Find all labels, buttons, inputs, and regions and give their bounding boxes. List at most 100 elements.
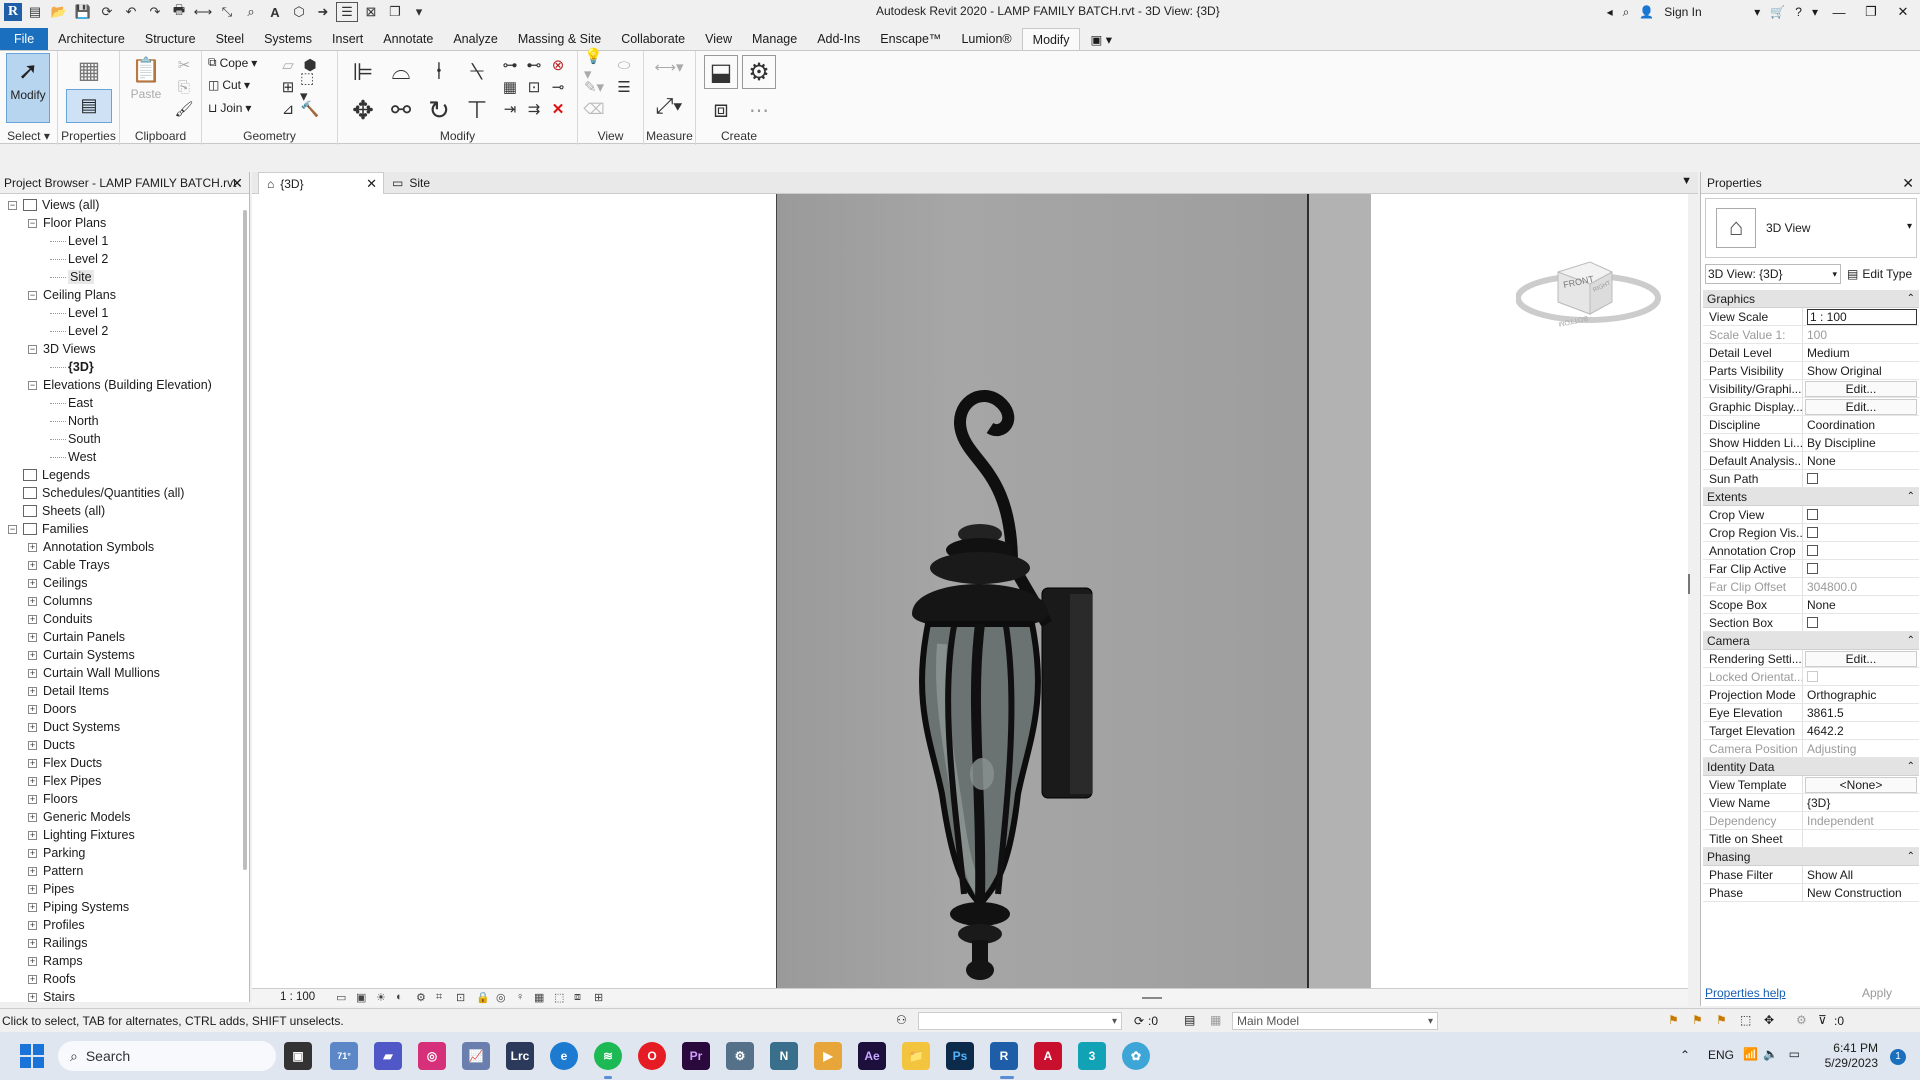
exclude-options-icon[interactable]: ▦ — [1210, 1013, 1221, 1027]
type-selector[interactable]: ⌂ 3D View ▾ — [1705, 198, 1917, 258]
property-value[interactable]: None — [1803, 596, 1919, 613]
home-icon[interactable]: ▤ — [24, 2, 46, 22]
property-value[interactable] — [1803, 830, 1919, 847]
browser-node[interactable]: + Pattern — [28, 862, 83, 880]
design-options-icon[interactable]: ▤ — [1184, 1013, 1195, 1027]
browser-node[interactable]: + Flex Pipes — [28, 772, 101, 790]
collapse-icon[interactable]: − — [28, 344, 37, 354]
section-icon[interactable]: ➜ — [312, 2, 334, 22]
after-effects-icon[interactable]: Ae — [858, 1042, 886, 1070]
premiere-icon[interactable]: Pr — [682, 1042, 710, 1070]
override-graphics-icon[interactable]: ⬭ — [614, 55, 634, 75]
media-player-icon[interactable]: ▶ — [814, 1042, 842, 1070]
browser-node[interactable]: + Conduits — [28, 610, 92, 628]
split-gap-icon[interactable]: ⊷ — [524, 55, 544, 75]
create-assembly-icon[interactable]: ⬓ — [704, 55, 738, 89]
browser-node[interactable]: {3D} — [50, 358, 94, 376]
expand-icon[interactable]: + — [28, 884, 37, 894]
unpin-icon[interactable]: ⊗ — [548, 55, 568, 75]
browser-node[interactable]: West — [50, 448, 96, 466]
property-value[interactable]: None — [1803, 452, 1919, 469]
help-caret-icon[interactable]: ▾ — [1812, 5, 1818, 19]
save-icon[interactable]: 💾 — [72, 2, 94, 22]
minimize-icon[interactable]: — — [1828, 5, 1850, 20]
hammer-icon[interactable]: 🔨 — [300, 99, 320, 119]
select-dropdown[interactable]: Select ▾ — [0, 129, 57, 143]
expand-icon[interactable]: + — [28, 974, 37, 984]
join-button[interactable]: ⊔ Join ▾ — [208, 101, 251, 115]
expand-icon[interactable]: + — [28, 902, 37, 912]
browser-scrollbar[interactable] — [243, 210, 247, 870]
close-hidden-icon[interactable]: ⊠ — [360, 2, 382, 22]
browser-node[interactable]: − Ceiling Plans — [28, 286, 116, 304]
expand-icon[interactable]: + — [28, 776, 37, 786]
edit-type-button[interactable]: ▤ Edit Type — [1847, 267, 1912, 281]
property-value[interactable]: 3861.5 — [1803, 704, 1919, 721]
property-value[interactable]: By Discipline — [1803, 434, 1919, 451]
restore-icon[interactable]: ❐ — [1860, 4, 1882, 20]
expand-icon[interactable]: + — [28, 866, 37, 876]
expand-icon[interactable]: + — [28, 722, 37, 732]
editable-only-icon[interactable]: ⟳ — [1134, 1014, 1144, 1028]
browser-node[interactable]: + Pipes — [28, 880, 74, 898]
property-value[interactable] — [1803, 470, 1919, 487]
render-icon[interactable]: ⚙ — [416, 991, 426, 1004]
property-value[interactable] — [1803, 506, 1919, 523]
view-tab-site[interactable]: ▭ Site — [384, 172, 504, 194]
property-value[interactable]: Coordination — [1803, 416, 1919, 433]
teams-icon[interactable]: ▰ — [374, 1042, 402, 1070]
array-icon[interactable]: ▦ — [500, 77, 520, 97]
browser-node[interactable]: + Flex Ducts — [28, 754, 102, 772]
property-checkbox[interactable] — [1807, 563, 1818, 574]
property-section-header[interactable]: Identity Data ⌃ — [1703, 758, 1919, 776]
browser-node[interactable]: + Ramps — [28, 952, 83, 970]
instagram-icon[interactable]: ◎ — [418, 1042, 446, 1070]
tab-view[interactable]: View — [695, 28, 742, 50]
visual-style-icon[interactable]: ▣ — [356, 991, 366, 1004]
expand-icon[interactable]: + — [28, 578, 37, 588]
collapse-icon[interactable]: − — [28, 218, 37, 228]
cart-icon[interactable]: 🛒 — [1770, 5, 1785, 19]
expand-icon[interactable]: + — [28, 956, 37, 966]
tab-architecture[interactable]: Architecture — [48, 28, 135, 50]
property-checkbox[interactable] — [1807, 473, 1818, 484]
move-icon[interactable]: ✥ — [346, 93, 380, 127]
browser-node[interactable]: + Floors — [28, 790, 78, 808]
viewcube[interactable]: FRONT RIGHT BOTTOM — [1516, 242, 1666, 342]
hide-element-icon[interactable]: 💡▾ — [584, 48, 604, 83]
expand-icon[interactable]: + — [28, 668, 37, 678]
browser-node[interactable]: + Roofs — [28, 970, 76, 988]
expand-icon[interactable]: + — [28, 794, 37, 804]
browser-node[interactable]: + Piping Systems — [28, 898, 129, 916]
browser-node[interactable]: South — [50, 430, 101, 448]
switch-windows-icon[interactable]: ❐ — [384, 2, 406, 22]
reveal-hidden-icon[interactable]: ♀ — [516, 991, 524, 1003]
expand-icon[interactable]: + — [28, 704, 37, 714]
property-value[interactable]: Orthographic — [1803, 686, 1919, 703]
collapse-icon[interactable]: − — [8, 524, 17, 534]
opera-icon[interactable]: O — [638, 1042, 666, 1070]
browser-node[interactable]: + Duct Systems — [28, 718, 120, 736]
type-dropdown-icon[interactable]: ▾ — [1907, 221, 1912, 232]
3ds-max-icon[interactable]: 3 — [1078, 1042, 1106, 1070]
offset-icon[interactable]: ⌓ — [384, 55, 418, 89]
property-value[interactable]: 1 : 100 — [1803, 308, 1919, 325]
view-eraser-icon[interactable]: ⌫ — [583, 99, 604, 119]
rotate-icon[interactable]: ↻ — [422, 93, 456, 127]
expand-icon[interactable]: + — [28, 938, 37, 948]
property-checkbox[interactable] — [1807, 527, 1818, 538]
property-section-header[interactable]: Extents ⌃ — [1703, 488, 1919, 506]
tab-analyze[interactable]: Analyze — [443, 28, 507, 50]
browser-node[interactable]: + Railings — [28, 934, 87, 952]
revit-taskbar-icon[interactable]: R — [990, 1042, 1018, 1070]
browser-node[interactable]: + Curtain Wall Mullions — [28, 664, 160, 682]
undo-icon[interactable]: ↶ — [120, 2, 142, 22]
browser-node[interactable]: Sheets (all) — [8, 502, 105, 520]
background-process-icon[interactable]: ⚙ — [1796, 1013, 1807, 1027]
select-by-face-icon[interactable]: ⬚ — [1740, 1013, 1751, 1027]
copy-icon[interactable]: ⎘ — [174, 77, 194, 97]
create-group-icon[interactable]: ⧈ — [704, 93, 738, 127]
collapse-section-icon[interactable]: ⌃ — [1907, 761, 1915, 772]
close-icon[interactable]: ✕ — [231, 175, 243, 192]
close-tab-icon[interactable]: ✕ — [366, 176, 377, 192]
